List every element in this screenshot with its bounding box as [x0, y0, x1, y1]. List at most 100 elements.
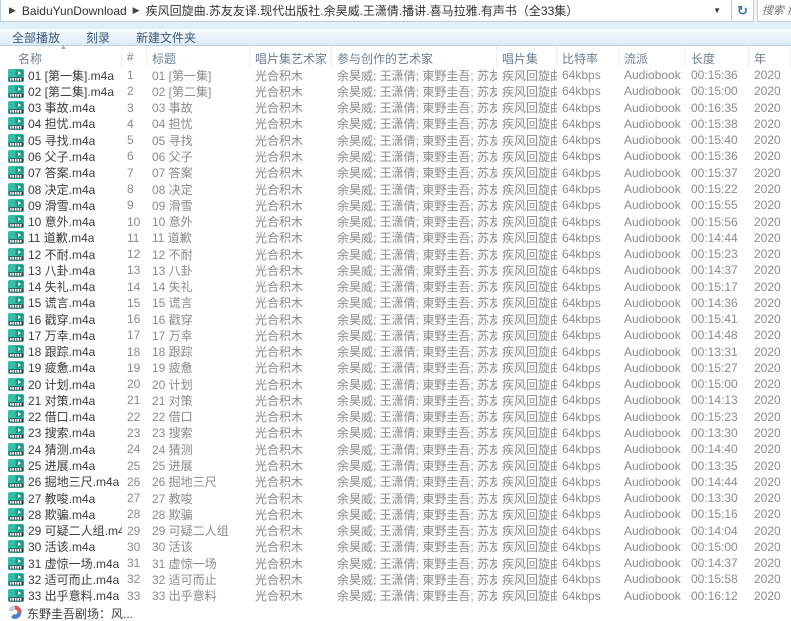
- audio-file-icon: [8, 394, 24, 407]
- file-row[interactable]: 25 进展.m4a 25 25 进展 光合积木 余昊威; 王潇倩; 東野圭吾; …: [0, 457, 791, 473]
- file-row[interactable]: 30 活该.m4a 30 30 活该 光合积木 余昊威; 王潇倩; 東野圭吾; …: [0, 539, 791, 555]
- file-name-text: 07 答案.m4a: [28, 164, 95, 181]
- file-row[interactable]: 24 猜测.m4a 24 24 猜测 光合积木 余昊威; 王潇倩; 東野圭吾; …: [0, 441, 791, 457]
- file-row[interactable]: 22 借口.m4a 22 22 借口 光合积木 余昊威; 王潇倩; 東野圭吾; …: [0, 409, 791, 425]
- search-input[interactable]: [758, 0, 791, 21]
- refresh-button[interactable]: ↻: [732, 0, 754, 22]
- breadcrumb-root[interactable]: BaiduYunDownload: [22, 4, 127, 18]
- artists-cell: 余昊威; 王潇倩; 東野圭吾; 苏友友: [332, 392, 497, 409]
- album-cell: 疾风回旋曲: [497, 392, 557, 409]
- title-cell: 21 对策: [147, 392, 250, 409]
- length-cell: 00:15:36: [686, 68, 749, 82]
- artists-cell: 余昊威; 王潇倩; 東野圭吾; 苏友友: [332, 327, 497, 344]
- file-row[interactable]: 03 事故.m4a 3 03 事故 光合积木 余昊威; 王潇倩; 東野圭吾; 苏…: [0, 100, 791, 116]
- breadcrumb-folder[interactable]: 疾风回旋曲.苏友友译.现代出版社.余昊威.王潇倩.播讲.喜马拉雅.有声书（全33…: [146, 2, 579, 19]
- column-header-album[interactable]: 唱片集: [497, 46, 557, 67]
- file-row[interactable]: 07 答案.m4a 7 07 答案 光合积木 余昊威; 王潇倩; 東野圭吾; 苏…: [0, 165, 791, 181]
- file-row[interactable]: 11 道歉.m4a 11 11 道歉 光合积木 余昊威; 王潇倩; 東野圭吾; …: [0, 230, 791, 246]
- column-header-bitrate[interactable]: 比特率: [557, 46, 619, 67]
- length-cell: 00:15:58: [686, 572, 749, 586]
- column-header-artists[interactable]: 参与创作的艺术家: [332, 46, 497, 67]
- file-row[interactable]: 33 出乎意料.m4a 33 33 出乎意料 光合积木 余昊威; 王潇倩; 東野…: [0, 588, 791, 604]
- file-row[interactable]: 31 虚惊一场.m4a 31 31 虚惊一场 光合积木 余昊威; 王潇倩; 東野…: [0, 555, 791, 571]
- album-artist-cell: 光合积木: [250, 359, 332, 376]
- title-cell: 26 掘地三尺: [147, 473, 250, 490]
- column-header-track-number[interactable]: #: [122, 46, 147, 67]
- file-row[interactable]: 02 [第二集].m4a 2 02 [第二集] 光合积木 余昊威; 王潇倩; 東…: [0, 83, 791, 99]
- title-cell: 33 出乎意料: [147, 587, 250, 604]
- file-name-text: 20 计划.m4a: [28, 376, 95, 393]
- title-cell: 16 戳穿: [147, 311, 250, 328]
- file-name-text: 16 戳穿.m4a: [28, 311, 95, 328]
- title-cell: 25 进展: [147, 457, 250, 474]
- play-all-button[interactable]: 全部播放: [0, 29, 74, 46]
- title-cell: 17 万幸: [147, 327, 250, 344]
- album-cell: 疾风回旋曲: [497, 457, 557, 474]
- album-cell: 疾风回旋曲: [497, 197, 557, 214]
- file-row[interactable]: 21 对策.m4a 21 21 对策 光合积木 余昊威; 王潇倩; 東野圭吾; …: [0, 392, 791, 408]
- album-cell: 疾风回旋曲: [497, 164, 557, 181]
- file-row[interactable]: 13 八卦.m4a 13 13 八卦 光合积木 余昊威; 王潇倩; 東野圭吾; …: [0, 262, 791, 278]
- file-row[interactable]: 18 跟踪.m4a 18 18 跟踪 光合积木 余昊威; 王潇倩; 東野圭吾; …: [0, 344, 791, 360]
- bitrate-cell: 64kbps: [557, 328, 619, 342]
- title-cell: 04 担忧: [147, 115, 250, 132]
- file-name-text: 25 进展.m4a: [28, 457, 95, 474]
- audio-file-icon: [8, 459, 24, 472]
- album-artist-cell: 光合积木: [250, 473, 332, 490]
- album-artist-cell: 光合积木: [250, 262, 332, 279]
- burn-button[interactable]: 刻录: [74, 29, 124, 46]
- file-row[interactable]: 10 意外.m4a 10 10 意外 光合积木 余昊威; 王潇倩; 東野圭吾; …: [0, 213, 791, 229]
- file-row[interactable]: 29 可疑二人组.m4a 29 29 可疑二人组 光合积木 余昊威; 王潇倩; …: [0, 522, 791, 538]
- file-row[interactable]: 14 失礼.m4a 14 14 失礼 光合积木 余昊威; 王潇倩; 東野圭吾; …: [0, 278, 791, 294]
- title-cell: 24 猜测: [147, 441, 250, 458]
- file-row[interactable]: 27 教唆.m4a 27 27 教唆 光合积木 余昊威; 王潇倩; 東野圭吾; …: [0, 490, 791, 506]
- title-cell: 19 疲惫: [147, 359, 250, 376]
- file-row[interactable]: 04 担忧.m4a 4 04 担忧 光合积木 余昊威; 王潇倩; 東野圭吾; 苏…: [0, 116, 791, 132]
- column-header-year[interactable]: 年: [749, 46, 791, 67]
- column-header-genre[interactable]: 流派: [619, 46, 686, 67]
- file-row[interactable]: 32 适可而止.m4a 32 32 适可而止 光合积木 余昊威; 王潇倩; 東野…: [0, 571, 791, 587]
- column-header-title[interactable]: 标题: [147, 46, 250, 67]
- file-row-partial[interactable]: 东野圭吾剧场：风...: [0, 604, 791, 621]
- audio-file-icon: [8, 280, 24, 293]
- title-cell: 22 借口: [147, 408, 250, 425]
- file-row[interactable]: 23 搜索.m4a 23 23 搜索 光合积木 余昊威; 王潇倩; 東野圭吾; …: [0, 425, 791, 441]
- length-cell: 00:14:44: [686, 475, 749, 489]
- album-artist-cell: 光合积木: [250, 246, 332, 263]
- file-row[interactable]: 26 掘地三尺.m4a 26 26 掘地三尺 光合积木 余昊威; 王潇倩; 東野…: [0, 474, 791, 490]
- bitrate-cell: 64kbps: [557, 393, 619, 407]
- track-number-cell: 18: [122, 345, 147, 359]
- file-row[interactable]: 20 计划.m4a 20 20 计划 光合积木 余昊威; 王潇倩; 東野圭吾; …: [0, 376, 791, 392]
- file-row[interactable]: 15 谎言.m4a 15 15 谎言 光合积木 余昊威; 王潇倩; 東野圭吾; …: [0, 295, 791, 311]
- file-row[interactable]: 19 疲惫.m4a 19 19 疲惫 光合积木 余昊威; 王潇倩; 東野圭吾; …: [0, 360, 791, 376]
- length-cell: 00:14:36: [686, 296, 749, 310]
- breadcrumb[interactable]: ▶ BaiduYunDownload ▶ 疾风回旋曲.苏友友译.现代出版社.余昊…: [0, 0, 732, 22]
- file-list: 01 [第一集].m4a 1 01 [第一集] 光合积木 余昊威; 王潇倩; 東…: [0, 67, 791, 604]
- genre-cell: Audiobook: [619, 101, 686, 115]
- length-cell: 00:15:00: [686, 540, 749, 554]
- file-row[interactable]: 06 父子.m4a 6 06 父子 光合积木 余昊威; 王潇倩; 東野圭吾; 苏…: [0, 148, 791, 164]
- column-header-album-artist[interactable]: 唱片集艺术家: [250, 46, 332, 67]
- length-cell: 00:15:38: [686, 117, 749, 131]
- artists-cell: 余昊威; 王潇倩; 東野圭吾; 苏友友: [332, 67, 497, 84]
- album-artist-cell: 光合积木: [250, 408, 332, 425]
- column-header-length[interactable]: 长度: [686, 46, 749, 67]
- file-name-text: 12 不耐.m4a: [28, 246, 95, 263]
- audio-file-icon: [8, 443, 24, 456]
- file-row[interactable]: 17 万幸.m4a 17 17 万幸 光合积木 余昊威; 王潇倩; 東野圭吾; …: [0, 327, 791, 343]
- file-row[interactable]: 28 欺骗.m4a 28 28 欺骗 光合积木 余昊威; 王潇倩; 東野圭吾; …: [0, 506, 791, 522]
- file-row[interactable]: 08 决定.m4a 8 08 决定 光合积木 余昊威; 王潇倩; 東野圭吾; 苏…: [0, 181, 791, 197]
- length-cell: 00:15:00: [686, 84, 749, 98]
- file-row[interactable]: 05 寻找.m4a 5 05 寻找 光合积木 余昊威; 王潇倩; 東野圭吾; 苏…: [0, 132, 791, 148]
- file-row[interactable]: 12 不耐.m4a 12 12 不耐 光合积木 余昊威; 王潇倩; 東野圭吾; …: [0, 246, 791, 262]
- file-row[interactable]: 09 滑雪.m4a 9 09 滑雪 光合积木 余昊威; 王潇倩; 東野圭吾; 苏…: [0, 197, 791, 213]
- file-row[interactable]: 01 [第一集].m4a 1 01 [第一集] 光合积木 余昊威; 王潇倩; 東…: [0, 67, 791, 83]
- title-cell: 01 [第一集]: [147, 67, 250, 84]
- new-folder-button[interactable]: 新建文件夹: [124, 29, 210, 46]
- address-dropdown-icon[interactable]: ▼: [707, 6, 727, 15]
- file-row[interactable]: 16 戳穿.m4a 16 16 戳穿 光合积木 余昊威; 王潇倩; 東野圭吾; …: [0, 311, 791, 327]
- year-cell: 2020: [749, 149, 791, 163]
- search-box[interactable]: [757, 0, 791, 22]
- genre-cell: Audiobook: [619, 231, 686, 245]
- album-artist-cell: 光合积木: [250, 424, 332, 441]
